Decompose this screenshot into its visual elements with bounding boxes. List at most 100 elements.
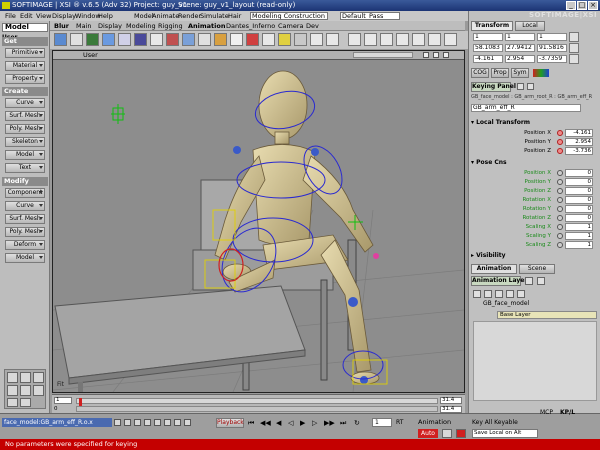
mode-dropdown[interactable]: Model (2, 23, 48, 32)
tab-scene[interactable]: Scene (519, 264, 555, 274)
create-skeleton-button[interactable]: Skeleton (5, 137, 45, 147)
viewport-display-menu[interactable] (353, 52, 413, 58)
key-icon[interactable] (442, 429, 452, 438)
modify-surf-mesh-button[interactable]: Surf. Mesh (5, 214, 45, 224)
base-layer-row[interactable]: Base Layer (497, 311, 597, 319)
add-layer-icon[interactable] (473, 290, 481, 298)
tool-icon[interactable] (114, 419, 121, 426)
get-material-button[interactable]: Material (5, 61, 45, 71)
shelf-tool-icon[interactable] (134, 33, 147, 46)
rotate-y-field[interactable]: 27.9412 (505, 44, 535, 52)
shelf-tab-display[interactable]: Display (98, 21, 122, 31)
cog-toggle[interactable]: COG (471, 68, 489, 78)
menu-edit[interactable]: Edit (20, 11, 33, 21)
select-icon[interactable] (20, 385, 31, 396)
translate-tool-icon[interactable] (569, 54, 579, 64)
tool-icon[interactable] (174, 419, 181, 426)
tool-icon[interactable] (124, 419, 131, 426)
key-icon[interactable] (557, 206, 563, 212)
shelf-tab-rigging[interactable]: Rigging (158, 21, 183, 31)
space-dropdown[interactable]: Local (515, 21, 545, 31)
select-icon[interactable] (7, 385, 18, 396)
shelf-tab-modeling[interactable]: Modeling (126, 21, 156, 31)
param-value[interactable]: 2.954 (565, 138, 593, 146)
param-value[interactable]: 0 (565, 169, 593, 177)
shelf-tab-dantes[interactable]: Dantes_Inferno (226, 21, 275, 31)
shelf-tool-icon[interactable] (262, 33, 275, 46)
param-value[interactable]: 1 (565, 223, 593, 231)
animated-key-icon[interactable] (557, 130, 563, 136)
tool-icon[interactable] (164, 419, 171, 426)
scale-z-field[interactable]: 1 (537, 33, 567, 41)
set-key-icon[interactable] (456, 429, 466, 438)
key-icon[interactable] (557, 215, 563, 221)
layer-tree-item[interactable]: GB_face_model (473, 299, 597, 309)
prop-toggle[interactable]: Prop (491, 68, 509, 78)
modify-curve-button[interactable]: Curve (5, 201, 45, 211)
param-value[interactable]: -4.161 (565, 129, 593, 137)
playback-menu[interactable]: Playback (216, 418, 244, 428)
menu-hair[interactable]: Hair (228, 11, 241, 21)
param-value[interactable]: 0 (565, 178, 593, 186)
create-curve-button[interactable]: Curve (5, 98, 45, 108)
tool-icon[interactable] (184, 419, 191, 426)
menu-file[interactable]: File (5, 11, 16, 21)
key-icon[interactable] (557, 197, 563, 203)
next-frame-icon[interactable]: ▷ (312, 419, 317, 427)
rotate-x-field[interactable]: 58.1083 (473, 44, 503, 52)
scale-y-field[interactable]: 1 (505, 33, 535, 41)
timeline-end-field[interactable]: 31.4 (440, 397, 462, 404)
param-value[interactable]: 0 (565, 214, 593, 222)
shelf-tool-icon[interactable] (246, 33, 259, 46)
panel-option-icon[interactable] (527, 83, 534, 90)
selection-field[interactable]: face_model:GB_arm_eff_R.o.x (2, 418, 112, 427)
create-surf-mesh-button[interactable]: Surf. Mesh (5, 111, 45, 121)
play-backward-icon[interactable]: ◁ (288, 419, 293, 427)
menu-render[interactable]: Render (178, 11, 201, 21)
lock-icon[interactable] (537, 277, 545, 285)
tool-icon[interactable] (134, 419, 141, 426)
graph-icon[interactable] (348, 33, 361, 46)
timeline-start-field[interactable]: 1 (54, 397, 72, 404)
graph-icon[interactable] (396, 33, 409, 46)
play-icon[interactable]: ▶ (300, 419, 305, 427)
local-transform-header[interactable]: ▾ Local Transform (471, 119, 599, 127)
select-icon[interactable] (7, 398, 18, 407)
get-property-button[interactable]: Property (5, 74, 45, 84)
viewport-option-icon[interactable] (443, 52, 449, 58)
auto-key-toggle[interactable]: Auto (418, 429, 438, 438)
param-value[interactable]: 0 (565, 205, 593, 213)
menu-animate[interactable]: Animate (152, 11, 179, 21)
shelf-tool-icon[interactable] (310, 33, 323, 46)
tool-icon[interactable] (144, 419, 151, 426)
playhead[interactable] (79, 398, 82, 406)
shelf-tool-icon[interactable] (214, 33, 227, 46)
shelf-tool-icon[interactable] (326, 33, 339, 46)
graph-icon[interactable] (412, 33, 425, 46)
last-frame-icon[interactable]: ⏭ (340, 419, 346, 428)
shelf-tool-icon[interactable] (182, 33, 195, 46)
shelf-tool-icon[interactable] (118, 33, 131, 46)
current-frame-field[interactable]: 1 (372, 418, 392, 427)
transform-tab[interactable]: Transform (471, 21, 513, 31)
graph-icon[interactable] (380, 33, 393, 46)
param-value[interactable]: 1 (565, 241, 593, 249)
loop-icon[interactable]: ↻ (354, 419, 360, 427)
param-value[interactable]: -3.736 (565, 147, 593, 155)
menu-window[interactable]: Window (75, 11, 101, 21)
range-slider[interactable] (76, 406, 438, 412)
param-value[interactable]: 0 (565, 187, 593, 195)
timeline-track[interactable] (76, 398, 438, 406)
panel-option-icon[interactable] (517, 83, 524, 90)
shelf-tool-icon[interactable] (86, 33, 99, 46)
key-icon[interactable] (557, 224, 563, 230)
graph-icon[interactable] (428, 33, 441, 46)
tab-animation[interactable]: Animation (471, 264, 517, 274)
timeline-end2-field[interactable]: 31.4 (440, 406, 462, 413)
pose-header[interactable]: ▾ Pose Cns (471, 159, 599, 167)
graph-icon[interactable] (444, 33, 457, 46)
menu-model[interactable]: Model (134, 11, 154, 21)
object-name-field[interactable]: GB_arm_eff_R (471, 104, 581, 112)
translate-x-field[interactable]: -4.161 (473, 55, 503, 63)
realtime-toggle[interactable]: RT (396, 419, 403, 426)
